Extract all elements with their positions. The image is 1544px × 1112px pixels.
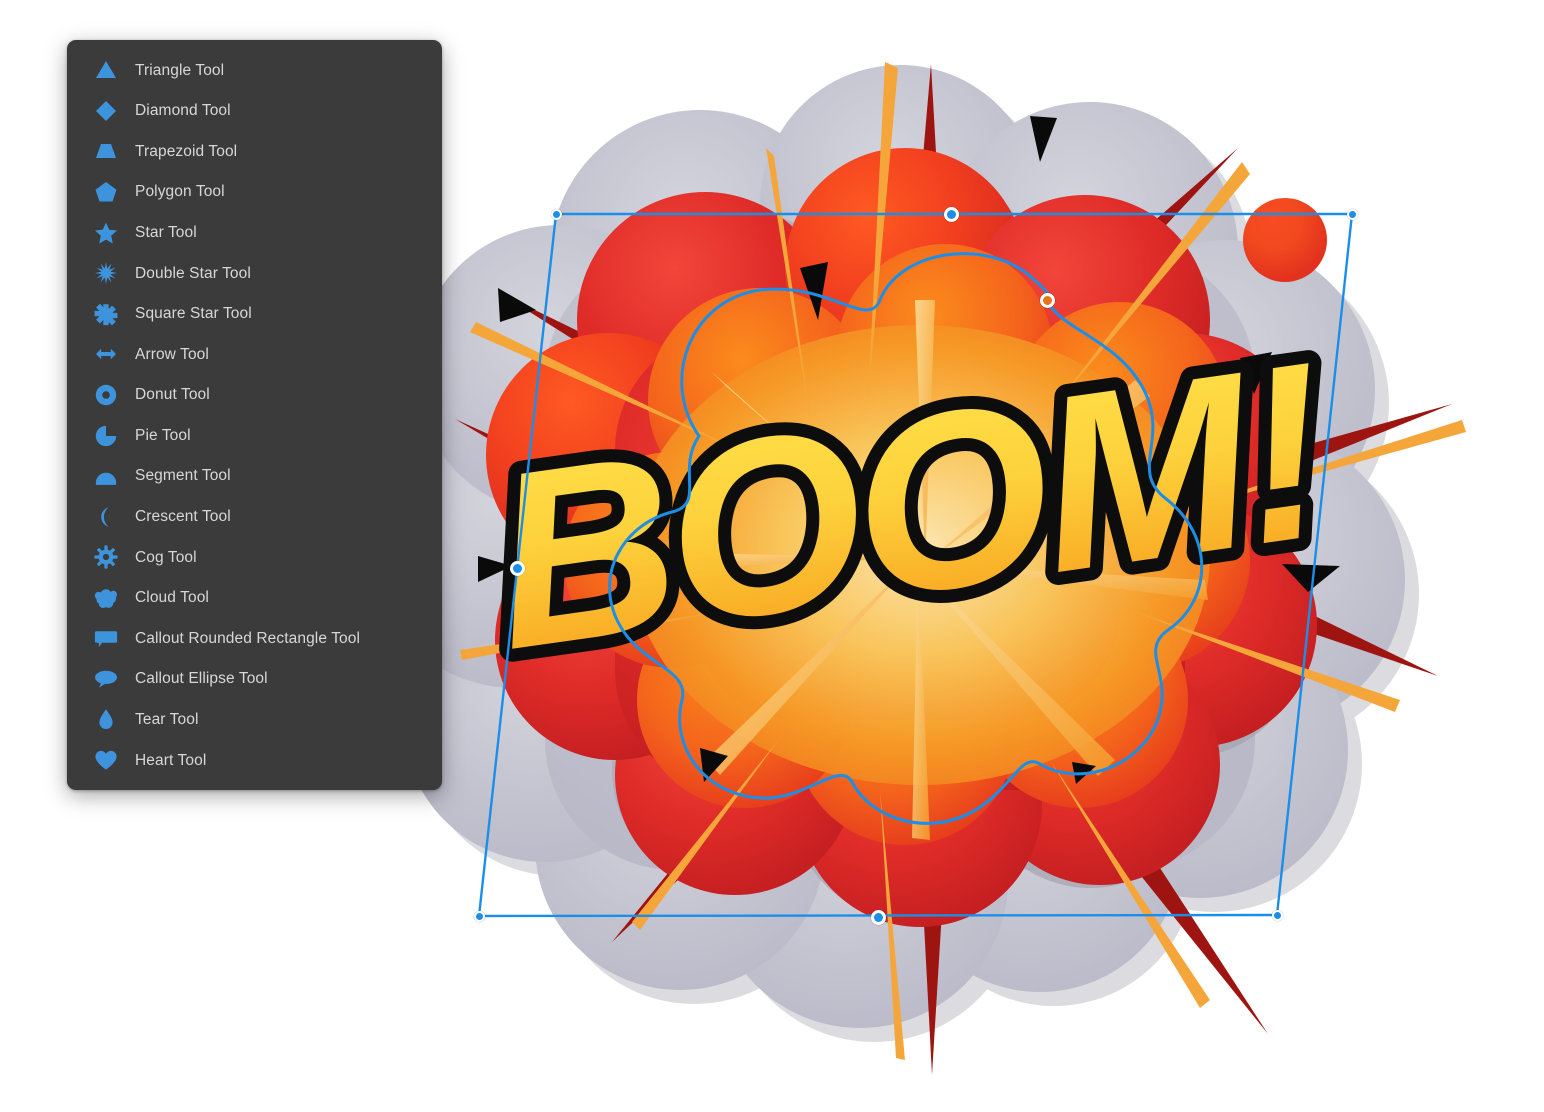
menu-item-label: Callout Rounded Rectangle Tool (135, 629, 361, 647)
menu-item-arrow-tool[interactable]: Arrow Tool (67, 334, 442, 375)
heart-icon (89, 746, 123, 774)
triangle-icon (89, 56, 123, 84)
menu-item-star-tool[interactable]: Star Tool (67, 212, 442, 253)
menu-item-donut-tool[interactable]: Donut Tool (67, 375, 442, 416)
cloud-icon (89, 584, 123, 612)
pentagon-icon (89, 178, 123, 206)
menu-item-square-star-tool[interactable]: Square Star Tool (67, 294, 442, 335)
double-arrow-icon (89, 340, 123, 368)
menu-item-label: Pie Tool (135, 426, 191, 444)
menu-item-label: Double Star Tool (135, 264, 251, 282)
menu-item-triangle-tool[interactable]: Triangle Tool (67, 50, 442, 91)
menu-item-label: Trapezoid Tool (135, 142, 238, 160)
menu-item-label: Heart Tool (135, 751, 207, 769)
tear-icon (89, 706, 123, 734)
handle-bottom-middle[interactable] (870, 909, 886, 925)
menu-item-crescent-tool[interactable]: Crescent Tool (67, 497, 442, 538)
menu-item-polygon-tool[interactable]: Polygon Tool (67, 172, 442, 213)
menu-item-label: Diamond Tool (135, 102, 231, 120)
handle-top-right[interactable] (1346, 208, 1358, 220)
menu-item-label: Tear Tool (135, 711, 199, 729)
handle-top-left[interactable] (550, 208, 562, 220)
donut-icon (89, 381, 123, 409)
menu-item-label: Segment Tool (135, 467, 231, 485)
canvas[interactable]: BOOM! Triangle Tool Diamond Tool Trapezoid… (0, 0, 1544, 1112)
star-icon (89, 219, 123, 247)
menu-item-cog-tool[interactable]: Cog Tool (67, 537, 442, 578)
menu-item-pie-tool[interactable]: Pie Tool (67, 415, 442, 456)
menu-item-label: Crescent Tool (135, 508, 231, 526)
menu-item-heart-tool[interactable]: Heart Tool (67, 740, 442, 781)
menu-item-label: Arrow Tool (135, 345, 209, 363)
menu-item-label: Star Tool (135, 223, 197, 241)
handle-node-curve[interactable] (1039, 292, 1055, 308)
menu-item-double-star-tool[interactable]: Double Star Tool (67, 253, 442, 294)
handle-bottom-right[interactable] (1271, 909, 1283, 921)
menu-item-tear-tool[interactable]: Tear Tool (67, 700, 442, 741)
handle-bottom-left[interactable] (473, 910, 485, 922)
menu-item-trapezoid-tool[interactable]: Trapezoid Tool (67, 131, 442, 172)
menu-item-label: Cog Tool (135, 548, 197, 566)
menu-item-label: Triangle Tool (135, 61, 225, 79)
handle-top-middle[interactable] (943, 206, 959, 222)
pie-icon (89, 422, 123, 450)
double-star-icon (89, 259, 123, 287)
callout-ellipse-icon (89, 665, 123, 693)
menu-item-diamond-tool[interactable]: Diamond Tool (67, 91, 442, 132)
crescent-icon (89, 503, 123, 531)
cog-icon (89, 543, 123, 571)
menu-item-segment-tool[interactable]: Segment Tool (67, 456, 442, 497)
menu-item-callout-rounded-rectangle-tool[interactable]: Callout Rounded Rectangle Tool (67, 618, 442, 659)
square-star-icon (89, 300, 123, 328)
menu-item-callout-ellipse-tool[interactable]: Callout Ellipse Tool (67, 659, 442, 700)
handle-left-middle[interactable] (509, 560, 525, 576)
menu-item-label: Callout Ellipse Tool (135, 670, 268, 688)
menu-item-label: Donut Tool (135, 386, 210, 404)
menu-item-label: Cloud Tool (135, 589, 209, 607)
callout-rounded-rectangle-icon (89, 625, 123, 653)
menu-item-cloud-tool[interactable]: Cloud Tool (67, 578, 442, 619)
trapezoid-icon (89, 137, 123, 165)
shape-tool-menu[interactable]: Triangle Tool Diamond Tool Trapezoid Tool P… (67, 40, 442, 790)
segment-icon (89, 462, 123, 490)
menu-item-label: Polygon Tool (135, 183, 225, 201)
menu-item-label: Square Star Tool (135, 305, 252, 323)
diamond-icon (89, 97, 123, 125)
